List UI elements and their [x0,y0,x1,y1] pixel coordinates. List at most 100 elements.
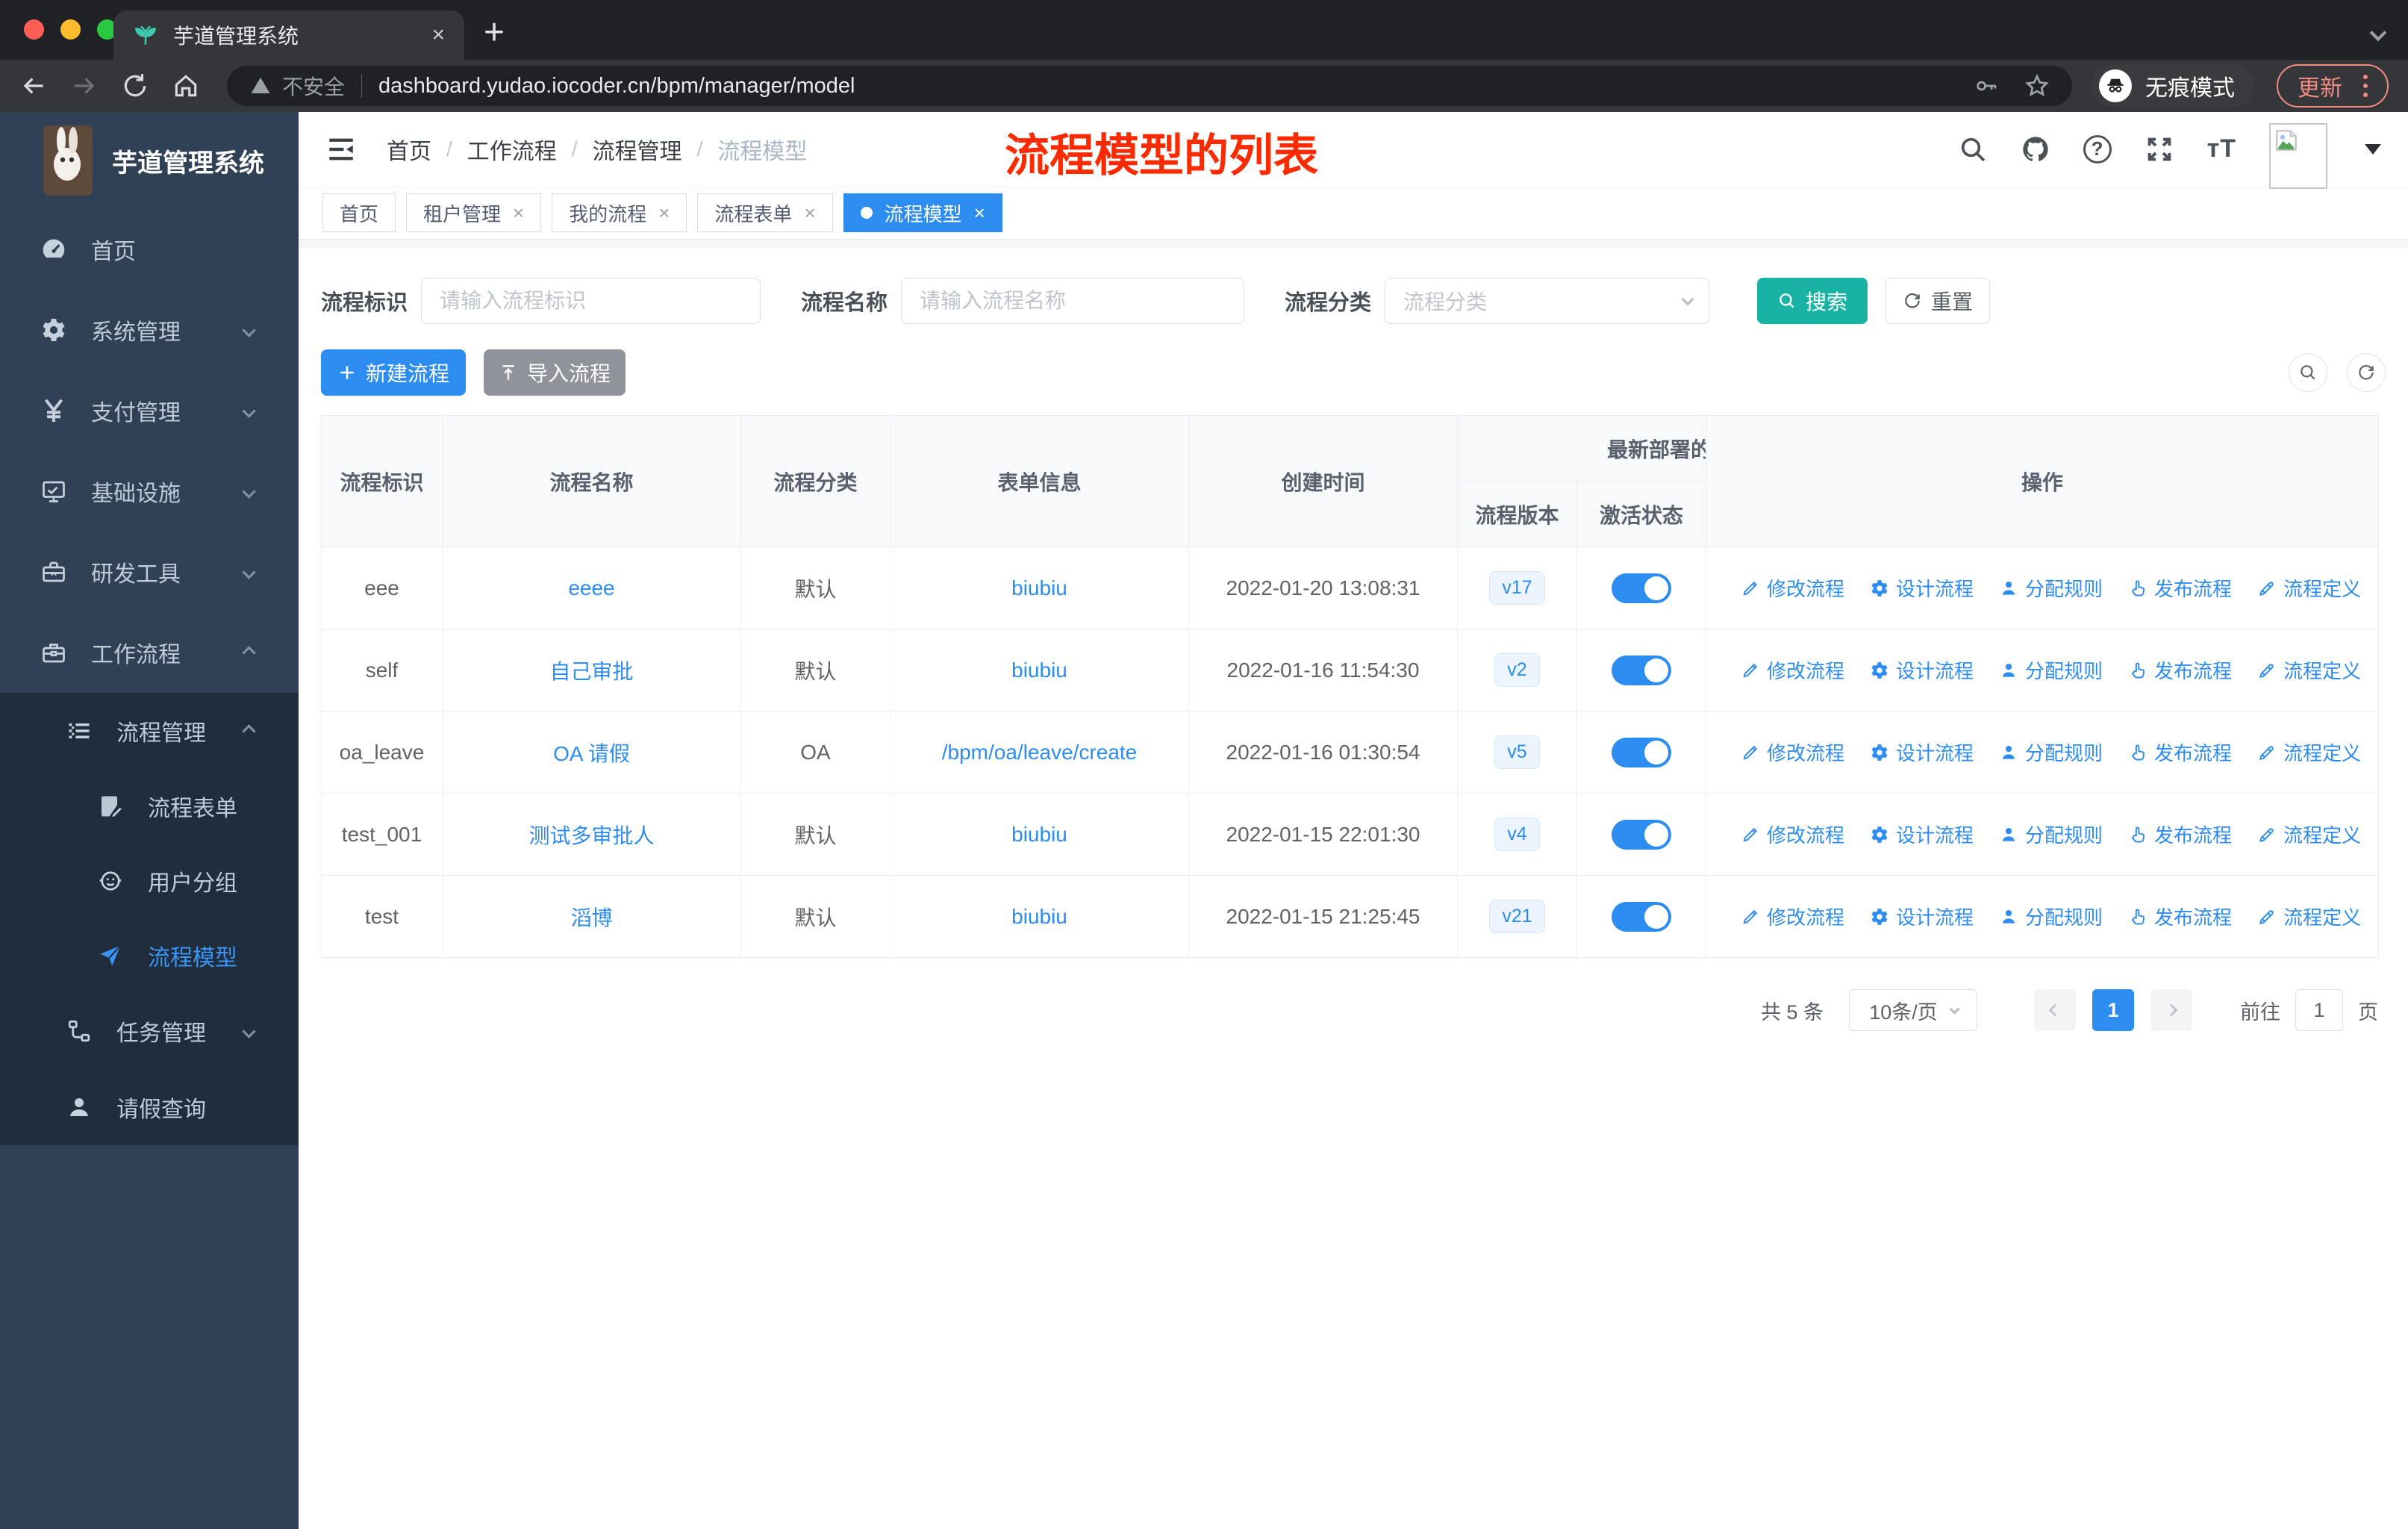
action-edit-model[interactable]: 修改流程 [1741,903,1844,930]
form-link[interactable]: biubiu [1011,576,1067,600]
active-toggle[interactable] [1612,573,1671,603]
action-deploy-model[interactable]: 发布流程 [2128,820,2232,848]
action-edit-model[interactable]: 修改流程 [1741,574,1844,602]
action-design-model[interactable]: 设计流程 [1870,820,1974,848]
import-model-button[interactable]: 导入流程 [484,349,626,396]
tab-search-chevron-icon[interactable] [2369,24,2387,42]
action-assign-rule[interactable]: 分配规则 [1999,903,2103,930]
page-tab-4[interactable]: 流程模型 × [843,193,1002,232]
tab-close-icon[interactable]: × [431,24,445,46]
not-secure-warning-icon[interactable] [249,75,272,97]
sidebar-item-8[interactable]: 用户分组 [0,844,299,918]
page-tab-1[interactable]: 租户管理 × [406,193,542,232]
action-design-model[interactable]: 设计流程 [1870,738,1974,766]
tab-close-icon[interactable]: × [513,202,524,225]
new-tab-button[interactable]: + [484,10,505,55]
action-assign-rule[interactable]: 分配规则 [1999,574,2103,602]
help-icon[interactable]: ? [2083,134,2112,164]
model-name-link[interactable]: 测试多审批人 [528,824,654,847]
action-assign-rule[interactable]: 分配规则 [1999,820,2103,848]
sidebar-item-4[interactable]: 研发工具 [0,532,299,612]
action-edit-model[interactable]: 修改流程 [1741,820,1844,848]
sidebar-item-7[interactable]: 流程表单 [0,769,299,844]
prev-page-button[interactable] [2034,989,2076,1031]
action-assign-rule[interactable]: 分配规则 [1999,738,2103,766]
forward-icon[interactable] [70,72,99,100]
active-toggle[interactable] [1612,655,1671,685]
action-process-definition[interactable]: 流程定义 [2257,738,2361,766]
goto-page-input[interactable] [2295,989,2343,1031]
action-edit-model[interactable]: 修改流程 [1741,738,1844,766]
action-process-definition[interactable]: 流程定义 [2257,574,2361,602]
back-icon[interactable] [19,72,48,100]
action-process-definition[interactable]: 流程定义 [2257,820,2361,848]
minimize-window-button[interactable] [60,19,81,40]
font-size-icon[interactable]: ᴛT [2207,134,2236,164]
password-key-icon[interactable] [1974,73,1999,99]
tab-close-icon[interactable]: × [658,202,670,225]
reset-button[interactable]: 重置 [1885,278,1991,324]
filter-key-input[interactable] [421,278,761,324]
version-badge[interactable]: v21 [1489,900,1545,933]
breadcrumb-item-2[interactable]: 流程管理 [593,133,682,166]
browser-tab[interactable]: 芋道管理系统 × [113,10,464,60]
page-tab-0[interactable]: 首页 [322,193,396,232]
model-name-link[interactable]: 滔博 [570,906,612,929]
filter-name-input[interactable] [901,278,1245,324]
sidebar-item-3[interactable]: 基础设施 [0,451,299,532]
action-deploy-model[interactable]: 发布流程 [2128,738,2232,766]
create-model-button[interactable]: 新建流程 [321,349,466,396]
tab-close-icon[interactable]: × [974,202,985,225]
form-link[interactable]: /bpm/oa/leave/create [942,741,1138,764]
action-deploy-model[interactable]: 发布流程 [2128,574,2232,602]
action-design-model[interactable]: 设计流程 [1870,656,1974,684]
browser-menu-icon[interactable] [2359,75,2372,97]
version-badge[interactable]: v2 [1494,653,1540,687]
avatar-caret-down-icon[interactable] [2365,143,2381,155]
action-deploy-model[interactable]: 发布流程 [2128,903,2232,930]
sidebar-item-9[interactable]: 流程模型 [0,918,299,993]
version-badge[interactable]: v4 [1494,818,1540,851]
hide-search-button[interactable] [2289,353,2327,392]
form-link[interactable]: biubiu [1011,905,1067,928]
form-link[interactable]: biubiu [1011,658,1067,682]
sidebar-item-0[interactable]: 首页 [0,209,299,290]
action-process-definition[interactable]: 流程定义 [2257,903,2361,930]
breadcrumb-item-0[interactable]: 首页 [387,133,431,166]
url-text[interactable]: dashboard.yudao.iocoder.cn/bpm/manager/m… [378,74,1948,99]
sidebar-item-11[interactable]: 请假查询 [0,1069,299,1145]
page-number-button[interactable]: 1 [2092,989,2134,1031]
active-toggle[interactable] [1612,737,1671,767]
version-badge[interactable]: v17 [1489,571,1545,605]
search-button[interactable]: 搜索 [1757,278,1868,324]
page-tab-2[interactable]: 我的流程 × [552,193,687,232]
active-toggle[interactable] [1612,819,1671,850]
home-icon[interactable] [172,72,200,100]
model-name-link[interactable]: 自己审批 [549,660,633,683]
fullscreen-icon[interactable] [2145,134,2174,164]
sidebar-item-5[interactable]: 工作流程 [0,612,299,693]
action-process-definition[interactable]: 流程定义 [2257,656,2361,684]
close-window-button[interactable] [24,19,44,40]
action-design-model[interactable]: 设计流程 [1870,903,1974,930]
next-page-button[interactable] [2150,989,2192,1031]
sidebar-item-6[interactable]: 流程管理 [0,693,299,769]
filter-category-select[interactable]: 流程分类 [1385,278,1710,324]
search-icon[interactable] [1958,134,1988,164]
version-badge[interactable]: v5 [1494,735,1540,769]
active-toggle[interactable] [1612,901,1671,932]
sidebar-item-1[interactable]: 系统管理 [0,290,299,370]
update-label[interactable]: 更新 [2298,69,2342,102]
avatar[interactable] [2269,122,2327,189]
window-controls[interactable] [24,19,117,40]
refresh-table-button[interactable] [2347,353,2386,392]
action-deploy-model[interactable]: 发布流程 [2128,656,2232,684]
sidebar-item-2[interactable]: 支付管理 [0,370,299,451]
action-design-model[interactable]: 设计流程 [1870,574,1974,602]
browser-update-chip[interactable]: 更新 [2277,64,2389,108]
model-name-link[interactable]: OA 请假 [553,742,630,765]
action-assign-rule[interactable]: 分配规则 [1999,656,2103,684]
collapse-sidebar-icon[interactable] [325,134,357,165]
action-edit-model[interactable]: 修改流程 [1741,656,1844,684]
form-link[interactable]: biubiu [1011,823,1067,846]
